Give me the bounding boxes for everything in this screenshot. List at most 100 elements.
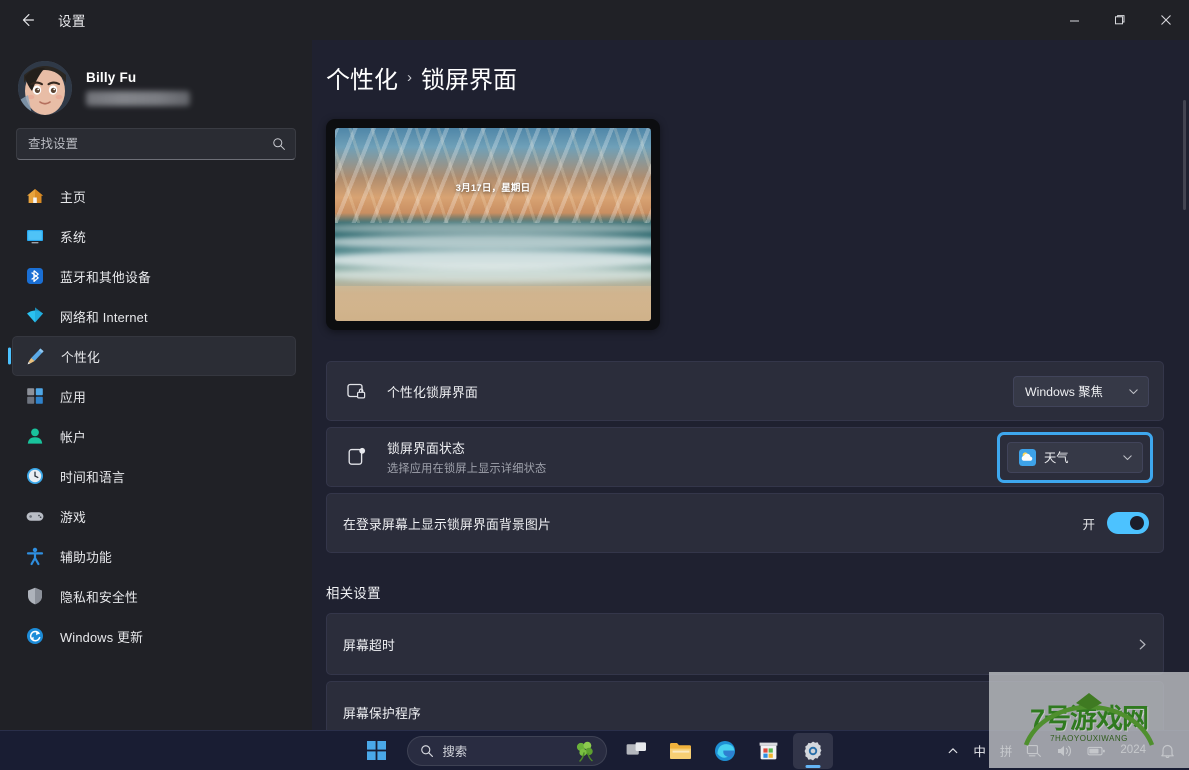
search-input[interactable] (17, 137, 295, 151)
settings-button[interactable] (792, 732, 833, 769)
related-settings-heading: 相关设置 (326, 586, 381, 601)
tray-overflow-button[interactable] (941, 736, 965, 766)
back-button[interactable] (8, 4, 48, 36)
sidebar-item-network[interactable]: 网络和 Internet (12, 296, 296, 336)
setting-row-lock-screen-status[interactable]: 锁屏界面状态 选择应用在锁屏上显示详细状态 天气 (326, 427, 1164, 487)
minimize-icon (1069, 20, 1079, 21)
profile-section[interactable]: Billy Fu (0, 40, 312, 118)
title-bar: 设置 (0, 0, 1189, 40)
ime-pinyin-button[interactable]: 拼 (994, 736, 1019, 766)
search-box[interactable] (16, 128, 296, 160)
file-explorer-button[interactable] (661, 733, 701, 769)
weather-icon (1019, 448, 1036, 466)
time-language-icon (24, 465, 46, 487)
close-icon (1161, 15, 1171, 25)
related-row-screen-timeout[interactable]: 屏幕超时 (326, 613, 1164, 675)
settings-list: 个性化锁屏界面 Windows 聚焦 锁屏界面状态 选择应用在锁屏上显示详细状态… (326, 361, 1164, 730)
settings-window: 设置 Billy Fu 查找设置 主页 系统 蓝牙和其他设备 网络和 Inter… (0, 0, 1189, 770)
sidebar-item-personalization[interactable]: 个性化 (12, 336, 296, 376)
avatar (18, 61, 72, 115)
wave-foam (335, 234, 651, 251)
store-button[interactable] (749, 733, 789, 769)
setting-title: 锁屏界面状态 (387, 441, 465, 456)
chevron-down-icon (1129, 388, 1138, 394)
gear-icon (804, 741, 821, 760)
battery-icon[interactable] (1081, 736, 1112, 766)
setting-subtitle: 选择应用在锁屏上显示详细状态 (387, 463, 547, 475)
clover-icon (576, 741, 593, 762)
scrollbar[interactable] (1183, 100, 1186, 210)
close-button[interactable] (1143, 0, 1189, 40)
setting-text: 屏幕保护程序 (343, 703, 1136, 722)
preview-date-text: 3月17日，星期日 (455, 183, 531, 195)
store-icon (759, 742, 778, 760)
sidebar-item-label: 时间和语言 (60, 469, 125, 485)
sidebar-item-label: Windows 更新 (60, 629, 144, 645)
sidebar-item-bluetooth[interactable]: 蓝牙和其他设备 (12, 256, 296, 296)
sidebar-item-time-language[interactable]: 时间和语言 (12, 456, 296, 496)
notifications-button[interactable] (1154, 736, 1181, 766)
sky-clouds (335, 128, 651, 223)
setting-control: 开 (1082, 512, 1149, 534)
sidebar-item-label: 蓝牙和其他设备 (60, 269, 151, 285)
show-background-toggle[interactable] (1107, 512, 1149, 534)
task-view-button[interactable] (617, 733, 657, 769)
back-arrow-icon (22, 14, 34, 26)
sidebar-item-label: 帐户 (60, 429, 86, 445)
gaming-icon (24, 505, 46, 527)
wave-foam (335, 222, 651, 234)
profile-email-masked (86, 91, 190, 106)
breadcrumb: 个性化 › 锁屏界面 (312, 40, 1189, 95)
setting-row-personalize-lock-screen[interactable]: 个性化锁屏界面 Windows 聚焦 (326, 361, 1164, 421)
start-button[interactable] (357, 733, 397, 769)
focus-ring: 天气 (997, 431, 1153, 483)
sidebar-item-apps[interactable]: 应用 (12, 376, 296, 416)
sidebar-item-gaming[interactable]: 游戏 (12, 496, 296, 536)
lock-screen-status-dropdown[interactable]: 天气 (1007, 441, 1143, 473)
setting-text: 锁屏界面状态 选择应用在锁屏上显示详细状态 (387, 438, 997, 476)
sidebar-item-accessibility[interactable]: 辅助功能 (12, 536, 296, 576)
ime-toolbar-icon (1027, 744, 1042, 757)
taskbar-search-placeholder: 搜索 (442, 744, 468, 759)
setting-control (1136, 706, 1149, 719)
sidebar-item-system[interactable]: 系统 (12, 216, 296, 256)
wave-foam (335, 266, 651, 283)
sidebar-item-label: 辅助功能 (60, 549, 112, 565)
breadcrumb-parent[interactable]: 个性化 (326, 60, 398, 95)
setting-row-show-background-on-signin[interactable]: 在登录屏幕上显示锁屏界面背景图片 开 (326, 493, 1164, 553)
sidebar-item-label: 网络和 Internet (60, 309, 148, 325)
window-controls (1051, 0, 1189, 40)
profile-text: Billy Fu (86, 70, 190, 106)
sidebar-nav: 主页 系统 蓝牙和其他设备 网络和 Internet 个性化 应用 帐户 时间和… (0, 176, 312, 656)
accounts-icon (24, 425, 46, 447)
sidebar-item-home[interactable]: 主页 (12, 176, 296, 216)
volume-icon[interactable] (1050, 736, 1079, 766)
taskbar-search[interactable]: 搜索 (406, 735, 607, 766)
setting-text: 个性化锁屏界面 (387, 382, 1013, 401)
related-row-screen-saver[interactable]: 屏幕保护程序 (326, 681, 1164, 730)
clock[interactable]: 2024 (1114, 744, 1152, 757)
sidebar-item-label: 应用 (60, 389, 86, 405)
toggle-knob (1130, 516, 1144, 530)
maximize-button[interactable] (1097, 0, 1143, 40)
sidebar: Billy Fu 查找设置 主页 系统 蓝牙和其他设备 网络和 Internet… (0, 40, 312, 730)
lock-screen-preview[interactable]: 3月17日，星期日 (326, 119, 660, 330)
sidebar-item-label: 主页 (60, 189, 86, 205)
minimize-button[interactable] (1051, 0, 1097, 40)
bluetooth-icon (24, 265, 46, 287)
edge-button[interactable] (705, 733, 745, 769)
apps-icon (24, 385, 46, 407)
sidebar-item-label: 个性化 (61, 349, 100, 365)
sidebar-item-accounts[interactable]: 帐户 (12, 416, 296, 456)
personalize-lock-screen-dropdown[interactable]: Windows 聚焦 (1013, 375, 1149, 407)
sidebar-item-windows-update[interactable]: Windows 更新 (12, 616, 296, 656)
profile-name: Billy Fu (86, 70, 137, 85)
sidebar-item-label: 系统 (60, 229, 86, 245)
setting-text: 屏幕超时 (343, 635, 1136, 654)
setting-text: 在登录屏幕上显示锁屏界面背景图片 (343, 514, 1082, 533)
ime-tool-icon[interactable] (1020, 736, 1048, 766)
taskbar: 搜索 中 拼 2024 (0, 730, 1189, 770)
ime-mode-button[interactable]: 中 (967, 736, 992, 766)
windows-logo-icon (367, 741, 386, 760)
sidebar-item-privacy-security[interactable]: 隐私和安全性 (12, 576, 296, 616)
